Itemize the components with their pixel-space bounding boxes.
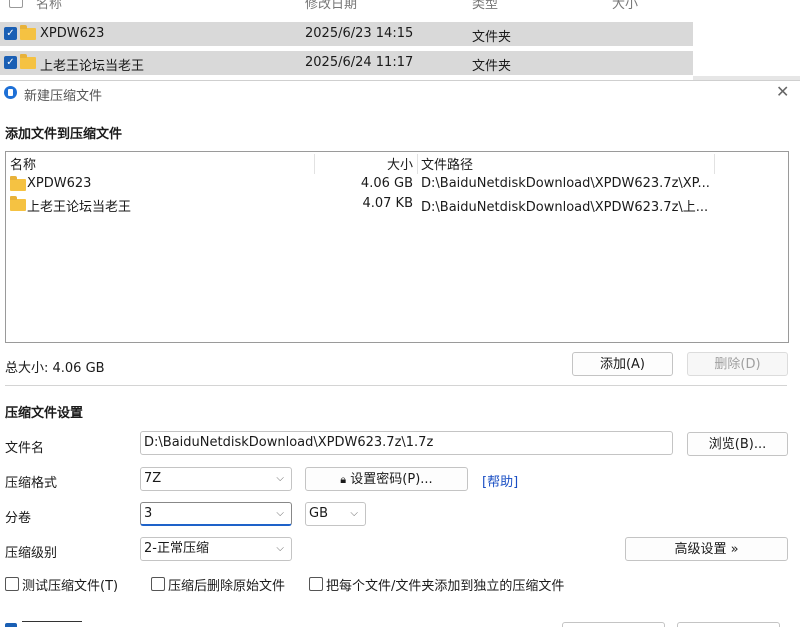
- list-item[interactable]: 上老王论坛当老王 4.07 KB D:\BaiduNetdiskDownload…: [6, 194, 788, 215]
- item-size: 4.07 KB: [362, 196, 413, 211]
- checkbox-label: 压缩后删除原始文件: [168, 579, 286, 594]
- level-label: 压缩级别: [5, 546, 58, 561]
- format-label: 压缩格式: [5, 476, 58, 491]
- set-password-button[interactable]: 🔒︎ 设置密码(P)...: [305, 467, 468, 491]
- dialog-title: 新建压缩文件: [24, 89, 103, 104]
- chevron-down-icon: ⌵: [276, 473, 284, 484]
- item-name: 上老王论坛当老王: [27, 200, 132, 215]
- column-separator[interactable]: [417, 154, 418, 174]
- close-icon[interactable]: ✕: [776, 82, 789, 101]
- split-unit-value: GB: [309, 506, 328, 521]
- checkbox-box[interactable]: [151, 577, 165, 591]
- column-separator[interactable]: [314, 154, 315, 174]
- row-checkbox[interactable]: ✓: [4, 56, 17, 69]
- row-date: 2025/6/23 14:15: [305, 26, 414, 41]
- row-name: XPDW623: [40, 26, 105, 41]
- split-value: 3: [144, 506, 153, 521]
- row-checkbox[interactable]: ✓: [4, 27, 17, 40]
- split-label: 分卷: [5, 511, 32, 526]
- column-type[interactable]: 类型: [472, 0, 498, 10]
- filename-input[interactable]: D:\BaiduNetdiskDownload\XPDW623.7z\1.7z: [140, 431, 673, 455]
- clipped-checkbox[interactable]: [5, 623, 17, 627]
- select-all-checkbox[interactable]: [9, 0, 23, 8]
- clipped-label: [22, 621, 82, 627]
- explorer-row[interactable]: ✓ XPDW623 2025/6/23 14:15 文件夹: [0, 22, 693, 46]
- item-size: 4.06 GB: [360, 176, 413, 191]
- explorer-row[interactable]: ✓ 上老王论坛当老王 2025/6/24 11:17 文件夹: [0, 51, 693, 75]
- filename-label: 文件名: [5, 441, 45, 456]
- item-path: D:\BaiduNetdiskDownload\XPDW623.7z\上...: [421, 200, 709, 215]
- explorer-column-header: 名称 修改日期 类型 大小: [0, 0, 800, 10]
- chevron-down-icon: ⌵: [350, 508, 358, 519]
- checkbox-box[interactable]: [5, 577, 19, 591]
- column-name[interactable]: 名称: [10, 154, 36, 173]
- app-icon: [4, 86, 17, 99]
- explorer-window: 名称 修改日期 类型 大小 ✓ XPDW623 2025/6/23 14:15 …: [0, 0, 800, 80]
- divider: [5, 385, 787, 386]
- help-link[interactable]: [帮助]: [482, 471, 518, 490]
- item-path: D:\BaiduNetdiskDownload\XPDW623.7z\XP...: [421, 176, 710, 191]
- add-section-title: 添加文件到压缩文件: [5, 127, 123, 142]
- list-item[interactable]: XPDW623 4.06 GB D:\BaiduNetdiskDownload\…: [6, 174, 788, 194]
- chevron-down-icon: ⌵: [276, 543, 284, 554]
- folder-icon: [20, 54, 36, 69]
- folder-icon: [10, 196, 26, 211]
- lock-icon: 🔒︎: [340, 473, 347, 486]
- title-bar[interactable]: 新建压缩文件 ✕: [0, 81, 800, 105]
- column-size[interactable]: 大小: [612, 0, 638, 10]
- advanced-settings-button[interactable]: 高级设置 »: [625, 537, 788, 561]
- level-value: 2-正常压缩: [144, 541, 209, 556]
- column-date[interactable]: 修改日期: [305, 0, 357, 10]
- checkbox-label: 把每个文件/文件夹添加到独立的压缩文件: [326, 579, 565, 594]
- row-type: 文件夹: [472, 59, 512, 74]
- row-name: 上老王论坛当老王: [40, 59, 145, 74]
- checkbox-box[interactable]: [309, 577, 323, 591]
- bottom-controls-clipped: [0, 621, 800, 627]
- split-select[interactable]: 3 ⌵: [140, 502, 292, 526]
- column-separator[interactable]: [714, 154, 715, 174]
- folder-icon: [10, 176, 26, 191]
- browse-button[interactable]: 浏览(B)...: [687, 432, 788, 456]
- format-select[interactable]: 7Z ⌵: [140, 467, 292, 491]
- item-name: XPDW623: [27, 176, 92, 191]
- delete-button[interactable]: 删除(D): [687, 352, 788, 376]
- split-unit-select[interactable]: GB ⌵: [305, 502, 366, 526]
- new-archive-dialog: 新建压缩文件 ✕ 添加文件到压缩文件 名称 大小 文件路径 XPDW623 4.…: [0, 80, 800, 627]
- set-password-label: 设置密码(P)...: [350, 472, 433, 487]
- row-date: 2025/6/24 11:17: [305, 55, 414, 70]
- chevron-down-icon: ⌵: [276, 508, 284, 519]
- checkbox-label: 测试压缩文件(T): [22, 579, 119, 594]
- level-select[interactable]: 2-正常压缩 ⌵: [140, 537, 292, 561]
- clipped-button[interactable]: [677, 622, 780, 627]
- add-button[interactable]: 添加(A): [572, 352, 673, 376]
- column-size[interactable]: 大小: [326, 154, 413, 173]
- folder-icon: [20, 25, 36, 40]
- file-list[interactable]: 名称 大小 文件路径 XPDW623 4.06 GB D:\BaiduNetdi…: [5, 151, 789, 343]
- settings-section-title: 压缩文件设置: [5, 406, 84, 421]
- format-value: 7Z: [144, 471, 162, 486]
- column-path[interactable]: 文件路径: [421, 154, 473, 173]
- column-name[interactable]: 名称: [36, 0, 62, 10]
- total-size: 总大小: 4.06 GB: [5, 361, 105, 376]
- clipped-button[interactable]: [562, 622, 665, 627]
- row-type: 文件夹: [472, 30, 512, 45]
- file-list-header: 名称 大小 文件路径: [6, 152, 788, 174]
